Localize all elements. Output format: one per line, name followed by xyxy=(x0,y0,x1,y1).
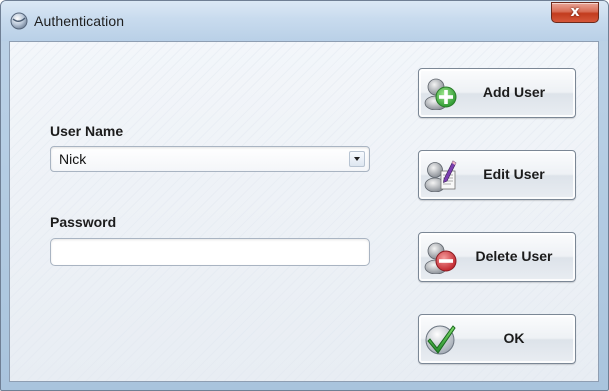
username-dropdown[interactable]: Nick xyxy=(50,146,370,172)
window-title: Authentication xyxy=(34,13,125,29)
password-label: Password xyxy=(50,214,117,230)
password-field[interactable] xyxy=(50,238,370,266)
edit-user-label: Edit User xyxy=(483,166,545,182)
user-add-icon xyxy=(424,78,457,110)
close-button[interactable]: x xyxy=(551,2,599,23)
user-edit-icon xyxy=(424,160,457,192)
close-icon: x xyxy=(570,4,580,20)
user-delete-icon xyxy=(424,242,457,274)
ok-label: OK xyxy=(503,330,525,346)
edit-user-button[interactable]: Edit User xyxy=(418,150,576,200)
username-label: User Name xyxy=(50,123,124,139)
title-bar[interactable]: Authentication x xyxy=(1,1,608,41)
authentication-window: Authentication x User Name Nick Password xyxy=(0,0,609,391)
username-value: Nick xyxy=(59,151,87,167)
add-user-button[interactable]: Add User xyxy=(418,68,576,118)
delete-user-button[interactable]: Delete User xyxy=(418,232,576,282)
chevron-down-icon[interactable] xyxy=(349,151,365,167)
app-globe-icon xyxy=(10,12,28,30)
checkmark-icon xyxy=(425,325,456,355)
add-user-label: Add User xyxy=(482,84,546,100)
dialog-body: User Name Nick Password Add User Edit Us… xyxy=(9,41,599,382)
delete-user-label: Delete User xyxy=(475,248,553,264)
ok-button[interactable]: OK xyxy=(418,314,576,364)
